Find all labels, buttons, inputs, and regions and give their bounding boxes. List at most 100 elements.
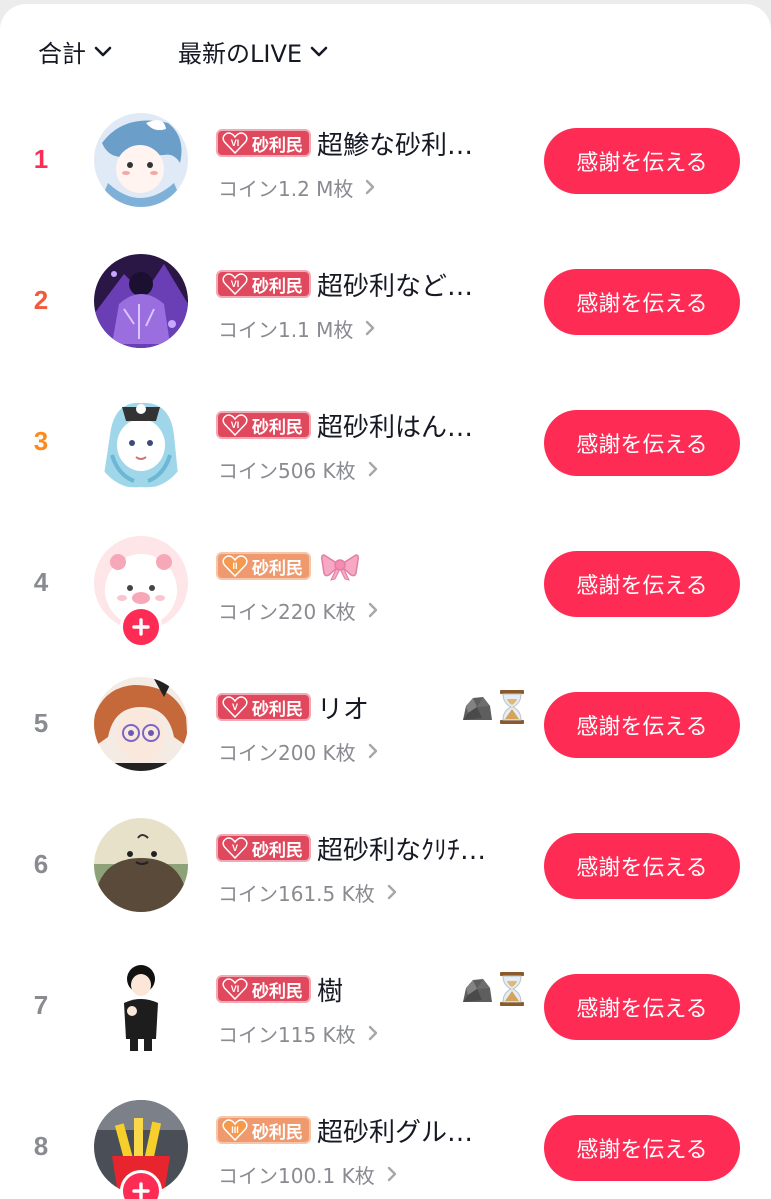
- fan-badge-label: 砂利民: [252, 840, 303, 861]
- plus-icon: [132, 1182, 150, 1199]
- fan-level-badge: VI 砂利民: [216, 129, 311, 157]
- avatar[interactable]: [94, 395, 188, 489]
- coin-count-link[interactable]: コイン220 K枚: [218, 596, 378, 624]
- fan-badge-label: 砂利民: [252, 1122, 303, 1143]
- chevron-right-icon: [368, 602, 377, 618]
- ranking-row[interactable]: 4 II 砂利民コイン220 K枚 感謝を伝える: [0, 532, 771, 673]
- fan-badge-label: 砂利民: [252, 417, 303, 438]
- coin-count: コイン1.2 M枚: [218, 176, 354, 201]
- user-name-line: III 砂利民 超砂利グル…: [216, 1110, 526, 1150]
- svg-text:II: II: [232, 561, 237, 571]
- rank-number: 1: [33, 143, 49, 174]
- coin-count-link[interactable]: コイン1.1 M枚: [218, 314, 375, 342]
- svg-text:III: III: [231, 1125, 239, 1135]
- ranking-row[interactable]: 2 VI 砂利民 超砂利など… コイン1.1 M枚 感謝を伝える: [0, 250, 771, 391]
- thank-button[interactable]: 感謝を伝える: [544, 269, 740, 335]
- fan-badge-label: 砂利民: [252, 558, 303, 579]
- fan-badge-label: 砂利民: [252, 135, 303, 156]
- thank-button[interactable]: 感謝を伝える: [544, 974, 740, 1040]
- period-filter-label: 合計: [38, 40, 86, 68]
- plus-icon: [132, 618, 150, 636]
- avatar[interactable]: [94, 113, 188, 207]
- user-name[interactable]: 超砂利グル…: [317, 1112, 526, 1149]
- chevron-right-icon: [366, 320, 375, 336]
- thank-button[interactable]: 感謝を伝える: [544, 1115, 740, 1181]
- coin-count-link[interactable]: コイン100.1 K枚: [218, 1160, 397, 1188]
- coin-count-link[interactable]: コイン1.2 M枚: [218, 173, 375, 201]
- thank-button[interactable]: 感謝を伝える: [544, 692, 740, 758]
- coin-count: コイン506 K枚: [218, 458, 356, 483]
- ranking-row[interactable]: 1 VI 砂利民 超鯵な砂利… コイン1.2 M枚 感謝を伝える: [0, 109, 771, 250]
- hourglass-emoji: [500, 690, 524, 724]
- user-name-line: VI 砂利民 超砂利はん…: [216, 405, 526, 445]
- glasses-anime-avatar: [94, 677, 188, 771]
- chevron-right-icon: [368, 1025, 377, 1041]
- rock-emoji: [463, 979, 492, 1002]
- thank-button[interactable]: 感謝を伝える: [544, 551, 740, 617]
- ranking-row[interactable]: 7 VI 砂利民樹コイン115 K枚 感謝を伝える: [0, 955, 771, 1096]
- user-name-line: VI 砂利民 超鯵な砂利…: [216, 123, 526, 163]
- user-name[interactable]: 超砂利など…: [317, 266, 526, 303]
- heart-level-icon: VI: [222, 132, 248, 154]
- thank-button[interactable]: 感謝を伝える: [544, 128, 740, 194]
- heart-level-icon: III: [222, 1119, 248, 1141]
- rank-number: 7: [33, 989, 49, 1020]
- fan-level-badge: II 砂利民: [216, 552, 311, 580]
- purple-warrior-avatar: [94, 254, 188, 348]
- svg-text:VI: VI: [231, 420, 240, 430]
- coin-count-link[interactable]: コイン161.5 K枚: [218, 878, 397, 906]
- coin-count-link[interactable]: コイン506 K枚: [218, 455, 378, 483]
- user-name-line: VI 砂利民 超砂利など…: [216, 264, 526, 304]
- fan-level-badge: V 砂利民: [216, 693, 311, 721]
- chevron-right-icon: [368, 743, 377, 759]
- heart-level-icon: V: [222, 696, 248, 718]
- fan-level-badge: VI 砂利民: [216, 975, 311, 1003]
- fan-level-badge: VI 砂利民: [216, 411, 311, 439]
- fan-badge-label: 砂利民: [252, 276, 303, 297]
- ranking-row[interactable]: 6 V 砂利民 超砂利なｸﾘﾁ… コイン161.5 K枚 感謝を伝える: [0, 814, 771, 955]
- svg-text:V: V: [232, 702, 238, 712]
- rank-number: 4: [33, 566, 49, 597]
- fan-level-badge: III 砂利民: [216, 1116, 311, 1144]
- user-name[interactable]: 樹: [317, 971, 456, 1008]
- chevron-down-icon: [310, 46, 328, 56]
- source-filter-label: 最新のLIVE: [178, 40, 303, 68]
- heart-level-icon: VI: [222, 978, 248, 1000]
- ranking-row[interactable]: 8 III 砂利民 超砂利グル… コイン100.1 K枚 感謝を伝える: [0, 1096, 771, 1199]
- coin-count: コイン100.1 K枚: [218, 1163, 375, 1188]
- user-name[interactable]: 超鯵な砂利…: [317, 125, 526, 162]
- period-filter-dropdown[interactable]: 合計: [38, 34, 112, 69]
- heart-level-icon: VI: [222, 414, 248, 436]
- rank-number: 3: [33, 425, 49, 456]
- heart-level-icon: II: [222, 555, 248, 577]
- coin-count-link[interactable]: コイン115 K枚: [218, 1019, 378, 1047]
- user-name[interactable]: 超砂利はん…: [317, 407, 526, 444]
- coin-count: コイン161.5 K枚: [218, 881, 375, 906]
- follow-button[interactable]: [120, 606, 162, 648]
- svg-text:V: V: [232, 843, 238, 853]
- avatar[interactable]: [94, 254, 188, 348]
- coin-count-link[interactable]: コイン200 K枚: [218, 737, 378, 765]
- avatar[interactable]: [94, 959, 188, 1053]
- chevron-right-icon: [387, 1166, 396, 1182]
- rank-number: 8: [33, 1130, 49, 1161]
- thank-button[interactable]: 感謝を伝える: [544, 410, 740, 476]
- coin-count: コイン1.1 M枚: [218, 317, 354, 342]
- chevron-right-icon: [366, 179, 375, 195]
- user-name-line: II 砂利民: [216, 546, 526, 586]
- ranking-row[interactable]: 5 V 砂利民 リオ コイン200 K枚 感謝を伝える: [0, 673, 771, 814]
- svg-text:VI: VI: [231, 279, 240, 289]
- ranking-row[interactable]: 3 VI 砂利民 超砂利はん… コイン506 K枚 感謝を伝える: [0, 391, 771, 532]
- rank-number: 6: [33, 848, 49, 879]
- black-suit-avatar: [94, 959, 188, 1053]
- source-filter-dropdown[interactable]: 最新のLIVE: [178, 34, 328, 69]
- user-name-line: V 砂利民 リオ: [216, 687, 526, 727]
- hourglass-emoji: [500, 972, 524, 1006]
- user-name[interactable]: 超砂利なｸﾘﾁ…: [317, 830, 526, 867]
- thank-button[interactable]: 感謝を伝える: [544, 833, 740, 899]
- avatar[interactable]: [94, 677, 188, 771]
- heart-level-icon: V: [222, 837, 248, 859]
- avatar[interactable]: [94, 818, 188, 912]
- user-name-line: VI 砂利民樹: [216, 969, 526, 1009]
- user-name[interactable]: リオ: [317, 689, 456, 726]
